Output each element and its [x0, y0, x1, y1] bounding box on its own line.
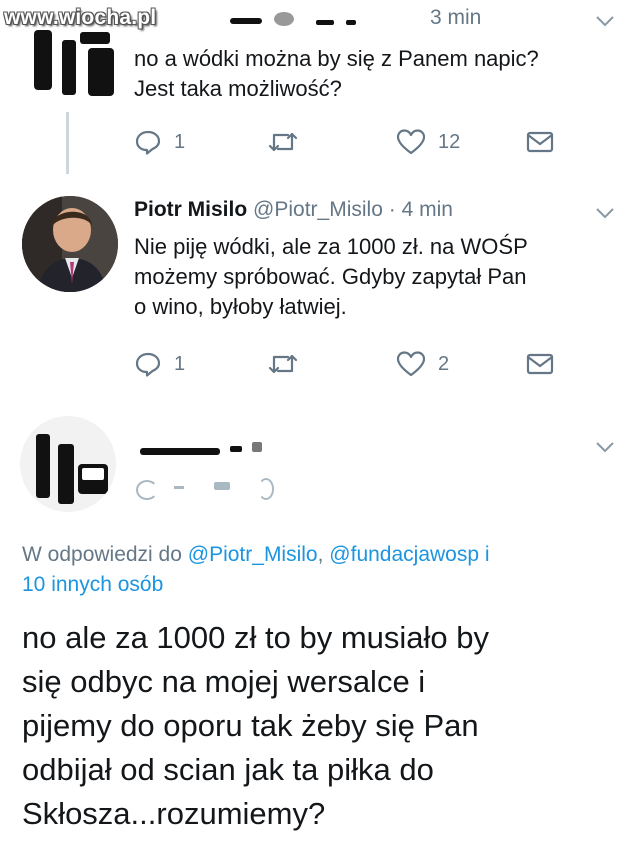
- chevron-down-icon[interactable]: [594, 14, 616, 28]
- censored-username: [230, 8, 380, 30]
- tweet-text-line: możemy spróbować. Gdyby zapytał Pan: [134, 264, 527, 289]
- tweet-text-line: Jest taka możliwość?: [134, 76, 342, 101]
- avatar-censored[interactable]: [20, 416, 116, 512]
- watermark: www.wiocha.pl: [4, 6, 157, 29]
- reply-button[interactable]: 1: [134, 350, 185, 378]
- reply-button[interactable]: 1: [134, 128, 185, 156]
- others-link[interactable]: 10 innych osób: [22, 570, 622, 600]
- retweet-icon: [268, 128, 298, 156]
- tweet-text-line: o wino, byłoby łatwiej.: [134, 294, 347, 319]
- reply-suffix[interactable]: i: [479, 543, 490, 566]
- like-button[interactable]: 2: [396, 350, 449, 378]
- censored-handle: [134, 476, 284, 500]
- mention-link[interactable]: @fundacjawosp: [329, 543, 479, 566]
- reply-count: 1: [174, 130, 186, 153]
- tweet-text: Nie piję wódki, ale za 1000 zł. na WOŚP …: [134, 232, 528, 322]
- tweet-text-line: Skłosza...rozumiemy?: [22, 796, 326, 831]
- like-count: 2: [438, 352, 450, 375]
- reply-bubble-icon: [134, 128, 162, 156]
- tweet-time: 4 min: [401, 198, 453, 221]
- mention-link[interactable]: @Piotr_Misilo: [188, 543, 318, 566]
- heart-icon: [396, 128, 426, 156]
- retweet-button[interactable]: [268, 350, 298, 378]
- envelope-icon: [526, 130, 554, 154]
- tweet-text-line: się odbyc na mojej wersalce i: [22, 664, 426, 699]
- thread-line: [66, 112, 69, 174]
- tweet-3[interactable]: W odpowiedzi do @Piotr_Misilo, @fundacja…: [0, 412, 637, 855]
- tweet-text-line: odbijał od scian jak ta piłka do: [22, 752, 434, 787]
- envelope-icon: [526, 352, 554, 376]
- handle[interactable]: @Piotr_Misilo: [253, 198, 383, 221]
- tweet-text-large: no ale za 1000 zł to by musiało by się o…: [22, 616, 632, 836]
- like-button[interactable]: 12: [396, 128, 460, 156]
- tweet-text: no a wódki można by się z Panem napic? J…: [134, 44, 539, 104]
- dm-button[interactable]: [526, 130, 554, 154]
- separator: ·: [388, 198, 396, 221]
- tweet-text-line: no a wódki można by się z Panem napic?: [134, 46, 539, 71]
- reply-separator: ,: [317, 543, 330, 566]
- dm-button[interactable]: [526, 352, 554, 376]
- tweet-text-line: Nie piję wódki, ale za 1000 zł. na WOŚP: [134, 234, 528, 259]
- reply-bubble-icon: [134, 350, 162, 378]
- like-count: 12: [438, 130, 461, 153]
- retweet-button[interactable]: [268, 128, 298, 156]
- tweet-text-line: no ale za 1000 zł to by musiało by: [22, 620, 489, 655]
- tweet-header: Piotr Misilo @Piotr_Misilo · 4 min: [134, 198, 453, 222]
- chevron-down-icon[interactable]: [594, 206, 616, 220]
- retweet-icon: [268, 350, 298, 378]
- chevron-down-icon[interactable]: [594, 440, 616, 454]
- censored-username: [134, 434, 284, 464]
- avatar[interactable]: [22, 196, 118, 292]
- tweet-time: 3 min: [430, 6, 482, 29]
- reply-prefix: W odpowiedzi do: [22, 543, 188, 566]
- reply-count: 1: [174, 352, 186, 375]
- reply-context: W odpowiedzi do @Piotr_Misilo, @fundacja…: [22, 540, 622, 600]
- display-name[interactable]: Piotr Misilo: [134, 198, 247, 221]
- tweet-2[interactable]: Piotr Misilo @Piotr_Misilo · 4 min Nie p…: [0, 180, 637, 400]
- tweet-text-line: pijemy do oporu tak żeby się Pan: [22, 708, 479, 743]
- heart-icon: [396, 350, 426, 378]
